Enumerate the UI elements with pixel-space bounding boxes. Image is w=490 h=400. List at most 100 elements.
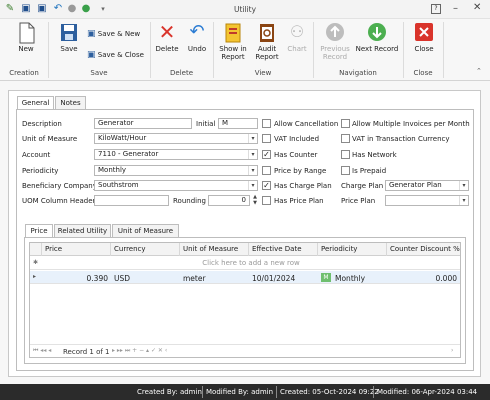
periodicity-select[interactable]: Monthly ▾ — [94, 165, 258, 176]
vat-transaction-currency-checkbox[interactable] — [341, 134, 350, 143]
delete-x-icon: ✕ — [158, 20, 176, 44]
delete-button[interactable]: ✕ Delete — [154, 22, 180, 53]
has-counter-checkbox[interactable]: ✓ — [262, 150, 271, 159]
show-in-report-button[interactable]: Show in Report — [218, 22, 248, 61]
price-plan-label: Price Plan — [341, 197, 376, 205]
new-label: New — [18, 45, 34, 53]
initial-input[interactable]: M — [218, 118, 258, 129]
is-prepaid-label: Is Prepaid — [352, 167, 387, 175]
chevron-down-icon[interactable]: ▾ — [248, 150, 257, 159]
navigator-first-icon[interactable]: ⏮ ◂◂ ◂ — [33, 347, 51, 355]
has-charge-plan-checkbox[interactable]: ✓ — [262, 181, 271, 190]
periodicity-label: Periodicity — [22, 167, 59, 175]
chevron-down-icon[interactable]: ▾ — [248, 181, 257, 190]
beneficiary-select[interactable]: Southstrom ▾ — [94, 180, 258, 191]
grid-header: Price Currency Unit of Measure Effective… — [30, 243, 460, 256]
save-button[interactable]: Save — [56, 22, 82, 53]
uom-column-header-label: UOM Column Header — [22, 197, 96, 205]
tab-notes[interactable]: Notes — [55, 96, 86, 109]
has-network-checkbox[interactable] — [341, 150, 350, 159]
help-icon[interactable]: ? — [431, 4, 441, 14]
chart-button[interactable]: ⚇ Chart — [285, 22, 309, 53]
unit-value: KiloWatt/Hour — [98, 134, 147, 142]
unit-of-measure-select[interactable]: KiloWatt/Hour ▾ — [94, 133, 258, 144]
uom-column-header-input[interactable] — [94, 195, 169, 206]
column-header[interactable]: Price — [42, 243, 111, 256]
close-button[interactable]: Close — [411, 22, 437, 53]
initial-label: Initial — [196, 120, 216, 128]
allow-multiple-invoices-checkbox[interactable] — [341, 119, 350, 128]
price-plan-select[interactable]: ▾ — [385, 195, 469, 206]
price-by-range-checkbox[interactable] — [262, 166, 271, 175]
account-select[interactable]: 7110 - Generator ▾ — [94, 149, 258, 160]
chart-icon: ⚇ — [289, 22, 305, 41]
periodicity-icon: M — [321, 273, 331, 282]
table-row[interactable]: ▸ 0.390 USD meter 10/01/2024 M Monthly 0… — [30, 271, 460, 284]
rounding-label: Rounding — [173, 197, 206, 205]
tab-related-utility[interactable]: Related Utility — [54, 224, 111, 237]
row-indicator-icon: ▸ — [33, 273, 37, 280]
account-value: 7110 - Generator — [98, 150, 159, 158]
column-header[interactable]: Currency — [111, 243, 180, 256]
chevron-down-icon[interactable]: ▾ — [248, 134, 257, 143]
cell-price[interactable]: 0.390 — [42, 274, 108, 283]
chevron-down-icon[interactable]: ▾ — [248, 166, 257, 175]
next-record-button[interactable]: Next Record — [355, 22, 399, 53]
new-button[interactable]: New — [12, 22, 40, 53]
description-input[interactable]: Generator — [94, 118, 192, 129]
close-window-icon[interactable]: ✕ — [473, 2, 481, 13]
previous-label-2: Record — [322, 53, 348, 61]
charge-plan-select[interactable]: Generator Plan ▾ — [385, 180, 469, 191]
cell-periodicity[interactable]: Monthly — [335, 274, 365, 283]
allow-cancellation-checkbox[interactable] — [262, 119, 271, 128]
group-creation: Creation — [9, 69, 39, 77]
group-save: Save — [90, 69, 108, 77]
has-network-label: Has Network — [352, 151, 397, 159]
created-by: Created By: admin — [137, 388, 202, 396]
save-new-label: Save & New — [97, 30, 141, 38]
collapse-ribbon-icon[interactable]: ⌃ — [476, 67, 482, 75]
group-delete: Delete — [170, 69, 193, 77]
rounding-input[interactable]: 0 — [208, 195, 250, 206]
chart-label: Chart — [287, 45, 307, 53]
vat-included-checkbox[interactable] — [262, 134, 271, 143]
tab-price[interactable]: Price — [25, 224, 53, 238]
has-price-plan-checkbox[interactable] — [262, 196, 271, 205]
cell-effective-date[interactable]: 10/01/2024 — [252, 274, 295, 283]
column-header[interactable]: Effective Date — [249, 243, 318, 256]
save-new-button[interactable]: ▣ Save & New — [87, 29, 147, 41]
tab-general[interactable]: General — [17, 96, 54, 110]
show-in-report-label-2: Report — [221, 53, 245, 61]
cell-unit[interactable]: meter — [183, 274, 206, 283]
new-row[interactable]: ✱ Click here to add a new row — [30, 257, 460, 270]
allow-multiple-invoices-label: Allow Multiple Invoices per Month — [352, 120, 470, 128]
ribbon: New Save ▣ Save & New ▣ Save & Close ✕ D… — [0, 19, 490, 81]
undo-button[interactable]: ↶ Undo — [184, 21, 210, 54]
column-header[interactable]: Unit of Measure — [180, 243, 249, 256]
minimize-icon[interactable]: – — [453, 3, 458, 14]
save-close-label: Save & Close — [97, 51, 144, 59]
cell-counter-discount[interactable]: 0.000 — [390, 274, 457, 283]
beneficiary-label: Beneficiary Company — [22, 182, 97, 190]
chevron-down-icon[interactable]: ▾ — [459, 196, 468, 205]
audit-icon — [256, 22, 278, 42]
scroll-right-icon[interactable]: › — [451, 347, 453, 354]
chevron-down-icon[interactable]: ▾ — [459, 181, 468, 190]
tab-unit-of-measure[interactable]: Unit of Measure — [112, 224, 179, 237]
is-prepaid-checkbox[interactable] — [341, 166, 350, 175]
previous-record-button[interactable]: Previous Record — [318, 22, 352, 61]
rounding-spinner[interactable]: ▲ ▼ — [251, 194, 259, 206]
show-in-report-label-1: Show in — [219, 45, 247, 53]
grid-navigator: ⏮ ◂◂ ◂ Record 1 of 1 ▸ ▸▸ ⏭ + − ▴ ✓ ✕ ‹ … — [30, 344, 460, 357]
undo-label: Undo — [187, 45, 207, 53]
charge-plan-label: Charge Plan — [341, 182, 384, 190]
undo-arrow-icon: ↶ — [189, 21, 205, 42]
save-close-button[interactable]: ▣ Save & Close — [87, 50, 147, 62]
cell-currency[interactable]: USD — [114, 274, 130, 283]
column-header[interactable]: Periodicity — [318, 243, 387, 256]
audit-report-button[interactable]: Audit Report — [253, 22, 281, 61]
next-arrow-icon — [366, 22, 388, 42]
navigator-next-icon[interactable]: ▸ ▸▸ ⏭ + − ▴ ✓ ✕ ‹ — [112, 347, 167, 355]
column-header[interactable]: Counter Discount % — [387, 243, 460, 256]
group-view: View — [254, 69, 272, 77]
